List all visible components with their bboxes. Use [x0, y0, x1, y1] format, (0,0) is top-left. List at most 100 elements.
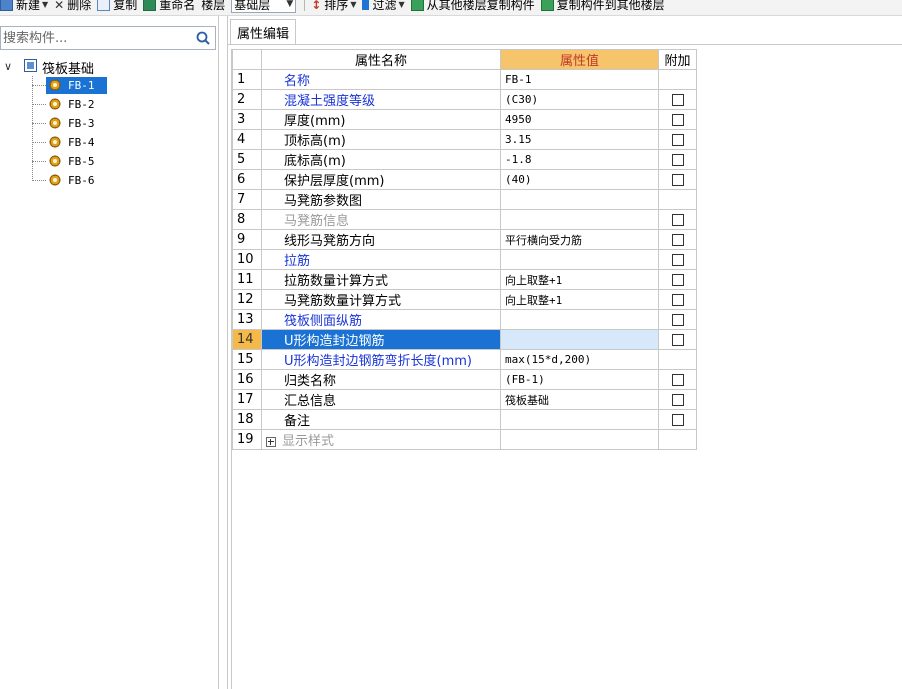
tree-item[interactable]: FB-6	[0, 171, 216, 190]
extra-checkbox[interactable]	[671, 153, 684, 166]
property-value-cell[interactable]	[500, 189, 659, 210]
property-name-cell[interactable]: 拉筋	[261, 249, 501, 270]
chevron-down-icon[interactable]: ∨	[4, 60, 12, 73]
property-value-cell[interactable]	[500, 309, 659, 330]
property-name-cell[interactable]: 备注	[261, 409, 501, 430]
table-row[interactable]: 18 备注	[232, 409, 697, 430]
delete-button[interactable]: ✕ 删除	[54, 0, 91, 13]
new-button[interactable]: 新建 ▼	[0, 0, 48, 13]
property-value-cell[interactable]	[500, 249, 659, 270]
table-row[interactable]: 14 U形构造封边钢筋	[232, 329, 697, 350]
tree-item[interactable]: FB-2	[0, 95, 216, 114]
extra-checkbox[interactable]	[671, 413, 684, 426]
table-row[interactable]: 2 混凝土强度等级 (C30)	[232, 89, 697, 110]
tree-root[interactable]: ∨ 筏板基础	[0, 56, 216, 77]
property-name-cell[interactable]: U形构造封边钢筋	[261, 329, 501, 350]
property-value-cell[interactable]: -1.8	[500, 149, 659, 170]
extra-cell	[658, 109, 697, 130]
property-name-cell[interactable]: 底标高(m)	[261, 149, 501, 170]
table-row[interactable]: 11 拉筋数量计算方式 向上取整+1	[232, 269, 697, 290]
extra-checkbox[interactable]	[671, 173, 684, 186]
tree-item[interactable]: FB-5	[0, 152, 216, 171]
property-name-cell[interactable]: 顶标高(m)	[261, 129, 501, 150]
property-name-cell[interactable]: 混凝土强度等级	[261, 89, 501, 110]
property-value-cell[interactable]: (FB-1)	[500, 369, 659, 390]
tab-property-edit[interactable]: 属性编辑	[230, 19, 297, 44]
tree-item[interactable]: FB-1	[0, 76, 216, 95]
extra-checkbox[interactable]	[671, 213, 684, 226]
extra-checkbox[interactable]	[671, 273, 684, 286]
property-name-cell[interactable]: 显示样式	[261, 429, 501, 450]
extra-checkbox[interactable]	[671, 93, 684, 106]
property-value-cell[interactable]: max(15*d,200)	[500, 349, 659, 370]
property-value-cell[interactable]: 4950	[500, 109, 659, 130]
panel-splitter[interactable]	[219, 16, 228, 689]
copy-button[interactable]: 复制	[97, 0, 137, 13]
extra-checkbox[interactable]	[671, 293, 684, 306]
property-name-cell[interactable]: 线形马凳筋方向	[261, 229, 501, 250]
header-property-name[interactable]: 属性名称	[261, 49, 501, 70]
table-row[interactable]: 16 归类名称 (FB-1)	[232, 369, 697, 390]
property-value-cell[interactable]: 向上取整+1	[500, 289, 659, 310]
table-row[interactable]: 13 筏板侧面纵筋	[232, 309, 697, 330]
filter-button[interactable]: 过滤 ▼	[362, 0, 405, 13]
property-value-cell[interactable]	[500, 209, 659, 230]
header-property-value[interactable]: 属性值	[500, 49, 659, 70]
table-row[interactable]: 4 顶标高(m) 3.15	[232, 129, 697, 150]
property-name-cell[interactable]: 名称	[261, 69, 501, 90]
rename-button[interactable]: 重命名	[143, 0, 195, 13]
property-value-cell[interactable]	[500, 429, 659, 450]
table-row[interactable]: 10 拉筋	[232, 249, 697, 270]
property-name-cell[interactable]: 马凳筋信息	[261, 209, 501, 230]
property-value-cell[interactable]	[500, 409, 659, 430]
property-name-cell[interactable]: 筏板侧面纵筋	[261, 309, 501, 330]
table-row[interactable]: 5 底标高(m) -1.8	[232, 149, 697, 170]
extra-checkbox[interactable]	[671, 233, 684, 246]
property-name-cell[interactable]: 归类名称	[261, 369, 501, 390]
search-icon[interactable]	[195, 30, 211, 46]
extra-checkbox[interactable]	[671, 313, 684, 326]
property-value-cell[interactable]: 3.15	[500, 129, 659, 150]
table-row[interactable]: 7 马凳筋参数图	[232, 189, 697, 210]
table-row[interactable]: 1 名称 FB-1	[232, 69, 697, 90]
property-value-cell[interactable]: 向上取整+1	[500, 269, 659, 290]
property-value-cell[interactable]	[500, 329, 659, 350]
tree-item[interactable]: FB-3	[0, 114, 216, 133]
expand-icon[interactable]	[266, 436, 276, 447]
extra-checkbox[interactable]	[671, 253, 684, 266]
table-row[interactable]: 19 显示样式	[232, 429, 697, 450]
floor-select[interactable]: 基础层 ▼	[231, 0, 297, 13]
property-name-cell[interactable]: 保护层厚度(mm)	[261, 169, 501, 190]
table-row[interactable]: 9 线形马凳筋方向 平行横向受力筋	[232, 229, 697, 250]
property-name-cell[interactable]: 汇总信息	[261, 389, 501, 410]
property-name-cell[interactable]: 马凳筋数量计算方式	[261, 289, 501, 310]
filter-label: 过滤	[372, 0, 397, 12]
property-name-cell[interactable]: 厚度(mm)	[261, 109, 501, 130]
extra-checkbox[interactable]	[671, 113, 684, 126]
copy-from-floor-button[interactable]: 从其他楼层复制构件	[410, 0, 535, 13]
extra-checkbox[interactable]	[671, 393, 684, 406]
extra-checkbox[interactable]	[671, 333, 684, 346]
property-value-cell[interactable]: FB-1	[500, 69, 659, 90]
search-input[interactable]	[1, 27, 189, 49]
copy-to-floor-button[interactable]: 复制构件到其他楼层	[540, 0, 665, 13]
tree-item[interactable]: FB-4	[0, 133, 216, 152]
property-name-cell[interactable]: U形构造封边钢筋弯折长度(mm)	[261, 349, 501, 370]
extra-checkbox[interactable]	[671, 133, 684, 146]
table-row[interactable]: 8 马凳筋信息	[232, 209, 697, 230]
table-row[interactable]: 3 厚度(mm) 4950	[232, 109, 697, 130]
property-name-cell[interactable]: 拉筋数量计算方式	[261, 269, 501, 290]
property-value-cell[interactable]: (C30)	[500, 89, 659, 110]
sort-button[interactable]: ↕ 排序 ▼	[311, 0, 356, 13]
extra-checkbox[interactable]	[671, 373, 684, 386]
table-row[interactable]: 15 U形构造封边钢筋弯折长度(mm) max(15*d,200)	[232, 349, 697, 370]
extra-cell	[658, 209, 697, 230]
property-value-cell[interactable]: 平行横向受力筋	[500, 229, 659, 250]
property-value-cell[interactable]: (40)	[500, 169, 659, 190]
property-name-cell[interactable]: 马凳筋参数图	[261, 189, 501, 210]
table-row[interactable]: 6 保护层厚度(mm) (40)	[232, 169, 697, 190]
table-row[interactable]: 17 汇总信息 筏板基础	[232, 389, 697, 410]
table-row[interactable]: 12 马凳筋数量计算方式 向上取整+1	[232, 289, 697, 310]
property-value-cell[interactable]: 筏板基础	[500, 389, 659, 410]
header-extra[interactable]: 附加	[658, 49, 697, 70]
